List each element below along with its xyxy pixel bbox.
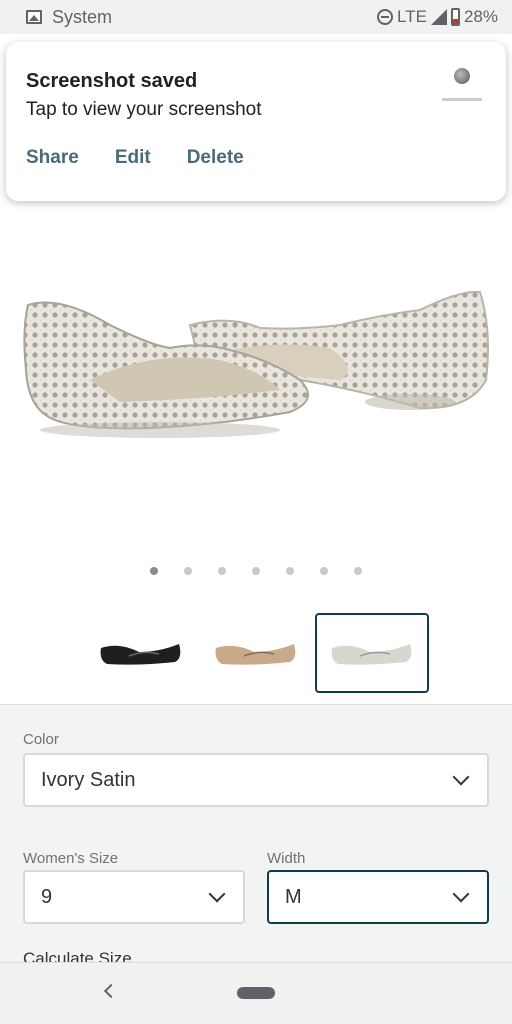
product-image[interactable] (0, 230, 512, 530)
edit-button[interactable]: Edit (115, 147, 151, 169)
pager-dot[interactable] (354, 567, 362, 575)
width-select[interactable]: M (267, 870, 489, 924)
notification-body: Tap to view your screenshot (26, 99, 262, 120)
navigation-bar (0, 962, 512, 1024)
width-label: Width (267, 850, 306, 867)
screenshot-icon (26, 10, 42, 24)
pager-dot[interactable] (218, 567, 226, 575)
status-bar: System LTE 28% (0, 0, 512, 34)
pager-dot[interactable] (286, 567, 294, 575)
color-label: Color (23, 731, 59, 748)
size-value: 9 (41, 885, 53, 908)
share-button[interactable]: Share (26, 147, 79, 169)
options-panel: Color Ivory Satin Women's Size 9 Width M… (0, 704, 512, 968)
size-select[interactable]: 9 (23, 870, 245, 924)
screenshot-notification[interactable]: Screenshot saved Tap to view your screen… (6, 42, 506, 201)
pager-dot[interactable] (252, 567, 260, 575)
battery-percent: 28% (463, 7, 498, 26)
pager-dot[interactable] (320, 567, 328, 575)
screenshot-thumbnail[interactable] (436, 68, 488, 118)
thumbnail-champagne[interactable] (199, 613, 313, 693)
status-app-label: System (52, 6, 113, 27)
back-icon[interactable] (103, 983, 119, 999)
battery-icon (450, 8, 460, 26)
network-type: LTE (397, 7, 427, 26)
color-select[interactable]: Ivory Satin (23, 753, 489, 807)
pager-dot[interactable] (150, 567, 158, 575)
notification-title: Screenshot saved (26, 70, 198, 92)
delete-button[interactable]: Delete (187, 147, 244, 169)
color-thumbnails (0, 613, 512, 693)
thumbnail-black[interactable] (84, 613, 198, 693)
chevron-down-icon (208, 885, 226, 903)
image-pager (0, 567, 512, 575)
signal-icon (430, 9, 447, 25)
chevron-down-icon (452, 885, 470, 903)
thumbnail-ivory[interactable] (315, 613, 429, 693)
do-not-disturb-icon (377, 9, 394, 25)
width-value: M (285, 885, 302, 908)
color-value: Ivory Satin (41, 768, 136, 791)
pager-dot[interactable] (184, 567, 192, 575)
chevron-down-icon (452, 768, 470, 786)
size-label: Women's Size (23, 850, 119, 867)
home-pill[interactable] (237, 987, 275, 999)
